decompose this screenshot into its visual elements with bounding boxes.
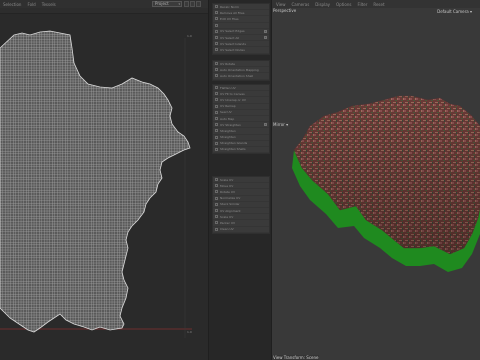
tool-label: UV Select Islands bbox=[220, 41, 246, 46]
tool-label: Flatten UV bbox=[220, 85, 236, 90]
menu-selection[interactable]: Selection bbox=[3, 2, 21, 7]
tool-icon bbox=[215, 184, 218, 188]
tool-label: UV Select Edges bbox=[220, 29, 245, 34]
chevron-down-icon: ▾ bbox=[178, 2, 180, 6]
uv-island[interactable] bbox=[0, 30, 191, 333]
toolbar-button-1[interactable] bbox=[184, 1, 189, 7]
menu-tessels[interactable]: Tessels bbox=[42, 2, 56, 7]
tool-label: UV Select Nodes bbox=[220, 47, 245, 52]
tool-label: Auto Orientation Mapping bbox=[220, 67, 259, 72]
tool-label: Auto Orientation Shell bbox=[220, 73, 254, 78]
tool-icon bbox=[215, 221, 218, 225]
tool-label: Scale UV bbox=[220, 214, 234, 219]
checkbox[interactable] bbox=[264, 29, 267, 33]
tool-label: Move UV bbox=[220, 183, 234, 188]
tool-label: Auto Map bbox=[220, 116, 235, 121]
tool-icon bbox=[215, 42, 218, 46]
preset-select[interactable]: Project ▾ bbox=[152, 1, 182, 7]
view-transform-label: View Transform: Scene bbox=[272, 355, 320, 360]
tool-group-3: Flatten UV UV Fit to Canvas UV Unwrap or… bbox=[212, 84, 270, 155]
checkbox[interactable] bbox=[264, 35, 267, 39]
checkbox[interactable] bbox=[264, 123, 267, 127]
menu-cameras[interactable]: Cameras bbox=[292, 2, 310, 7]
menu-fold[interactable]: Fold bbox=[27, 2, 35, 7]
tool-icon bbox=[215, 68, 218, 72]
tool-label: UV Straighten bbox=[220, 122, 241, 127]
tool-item[interactable]: Straighten Shells bbox=[213, 147, 269, 154]
menu-options[interactable]: Options bbox=[336, 2, 351, 7]
tool-item[interactable]: UV Select Nodes bbox=[213, 47, 269, 54]
tool-label: Edit UV Files bbox=[220, 16, 239, 21]
menu-view[interactable]: View bbox=[276, 2, 286, 7]
tool-label: Remove All Files bbox=[220, 10, 245, 15]
tool-icon bbox=[215, 11, 218, 15]
tool-label: UV Fit to Canvas bbox=[220, 91, 245, 96]
menu-display[interactable]: Display bbox=[315, 2, 330, 7]
tool-label: Rotate UV bbox=[220, 189, 236, 194]
tool-icon bbox=[215, 104, 218, 108]
uv-editor-canvas[interactable]: 1.0 1.0 bbox=[0, 8, 208, 360]
terrain-model-svg[interactable] bbox=[272, 8, 480, 360]
tool-icon bbox=[215, 74, 218, 78]
tool-label: Seal UV bbox=[220, 110, 232, 115]
tool-icon bbox=[215, 29, 218, 33]
tool-icon bbox=[215, 117, 218, 121]
tool-icon bbox=[215, 227, 218, 231]
tool-icon bbox=[215, 92, 218, 96]
tool-icon bbox=[215, 62, 218, 66]
tool-label: Straighten Islands bbox=[220, 141, 248, 146]
tool-label: Packer UV bbox=[220, 220, 236, 225]
tool-label: UV Remap bbox=[220, 104, 236, 109]
tool-icon bbox=[215, 98, 218, 102]
tool-icon bbox=[215, 129, 218, 133]
tool-item[interactable]: Auto Orientation Shell bbox=[213, 73, 269, 80]
tool-label: Recalc Norm bbox=[220, 4, 239, 9]
tool-icon bbox=[215, 48, 218, 52]
coord-bottom-right: 1.0 bbox=[187, 330, 192, 334]
tool-label: UV Select All bbox=[220, 35, 240, 40]
preset-select-value: Project bbox=[155, 1, 169, 6]
tool-icon bbox=[215, 190, 218, 194]
tool-label: UV Rotate bbox=[220, 61, 236, 66]
tool-label: Stack Similar bbox=[220, 202, 240, 207]
tool-icon bbox=[215, 36, 218, 40]
tool-icon bbox=[215, 17, 218, 21]
tool-icon bbox=[215, 5, 218, 9]
tool-label: Straighten bbox=[220, 128, 236, 133]
tool-group-2: UV Rotate Auto Orientation Mapping Auto … bbox=[212, 60, 270, 81]
tool-icon bbox=[215, 123, 218, 127]
uv-map-svg[interactable] bbox=[0, 8, 208, 360]
menu-filter[interactable]: Filter bbox=[357, 2, 367, 7]
tool-icon bbox=[215, 196, 218, 200]
viewport-menubar: View Cameras Display Options Filter Rese… bbox=[272, 0, 480, 8]
tool-group-1: Recalc Norm Remove All Files Edit UV Fil… bbox=[212, 3, 270, 55]
tool-icon bbox=[215, 86, 218, 90]
tool-label: UV Alignment bbox=[220, 208, 241, 213]
tool-icon bbox=[215, 209, 218, 213]
uv-tools-panel: Recalc Norm Remove All Files Edit UV Fil… bbox=[208, 0, 272, 360]
terrain-shading bbox=[294, 96, 480, 254]
tool-label: UV Unwrap or UV bbox=[220, 97, 246, 102]
tool-label: Scale UV bbox=[220, 177, 234, 182]
toolbar-button-3[interactable] bbox=[196, 1, 201, 7]
tool-label: Straighten bbox=[220, 135, 236, 140]
tool-icon bbox=[215, 202, 218, 206]
menu-reset[interactable]: Reset bbox=[373, 2, 384, 7]
tool-icon bbox=[215, 110, 218, 114]
tool-icon bbox=[215, 141, 218, 145]
tool-label: Clean UV bbox=[220, 227, 234, 232]
coord-top-right: 1.0 bbox=[187, 34, 192, 38]
tool-icon bbox=[215, 135, 218, 139]
tool-icon bbox=[215, 178, 218, 182]
tool-label: Straighten Shells bbox=[220, 147, 246, 152]
tool-item[interactable]: Clean UV bbox=[213, 227, 269, 233]
3d-viewport[interactable]: Perspective Default Camera ▾ Mirror ▾ Vi… bbox=[272, 8, 480, 360]
tool-group-4: Scale UV Move UV Rotate UV Normalize UV … bbox=[212, 176, 270, 234]
tool-icon bbox=[215, 215, 218, 219]
tool-icon bbox=[215, 23, 218, 27]
tool-label: Normalize UV bbox=[220, 196, 241, 201]
toolbar-button-2[interactable] bbox=[190, 1, 195, 7]
uv-editor-menubar: Selection Fold Tessels Project ▾ bbox=[0, 0, 208, 8]
tool-icon bbox=[215, 147, 218, 151]
